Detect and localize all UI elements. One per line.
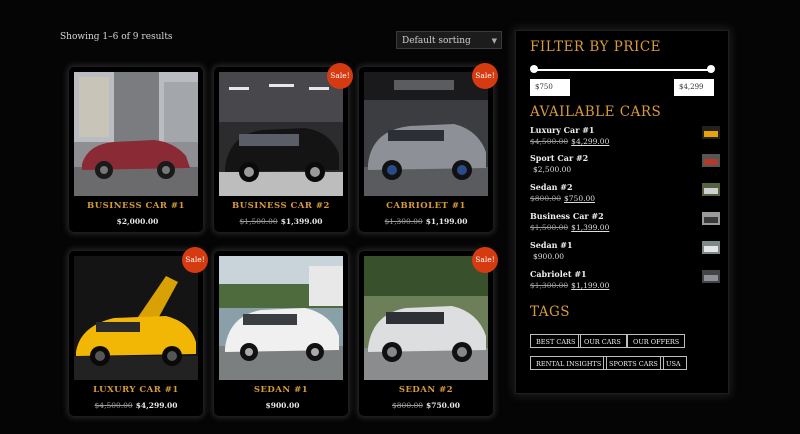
product-price: $1,300.00 $1,199.00	[359, 217, 493, 226]
available-car-old-price: $1,300.00	[530, 281, 569, 290]
available-car-name[interactable]: Sedan #2	[530, 182, 573, 192]
available-car-thumbnail[interactable]	[702, 182, 720, 196]
sale-badge: Sale!	[182, 247, 208, 273]
available-car-thumbnail[interactable]	[702, 240, 720, 254]
product-image[interactable]	[74, 72, 198, 196]
product-current-price: $2,000.00	[116, 217, 159, 226]
product-price: $4,500.00 $4,299.00	[69, 401, 203, 410]
sorting-select[interactable]: Default sorting ▼	[396, 31, 502, 49]
max-price-field[interactable]: $4,299	[674, 79, 714, 96]
product-card[interactable]: SEDAN #1 $900.00	[214, 251, 348, 416]
available-car-current-price: $1,199.00	[571, 281, 610, 290]
available-car-item[interactable]: Sport Car #2 $2,500.00	[530, 153, 720, 179]
available-car-thumbnail[interactable]	[702, 211, 720, 225]
sale-badge: Sale!	[472, 63, 498, 89]
product-image[interactable]	[219, 256, 343, 380]
available-car-thumbnail[interactable]	[702, 269, 720, 283]
product-current-price: $1,399.00	[280, 217, 323, 226]
sale-badge: Sale!	[472, 247, 498, 273]
product-name[interactable]: LUXURY CAR #1	[69, 385, 203, 395]
product-old-price: $800.00	[392, 401, 424, 410]
product-card[interactable]: Sale! SEDAN #2 $800.00 $750.00	[359, 247, 498, 416]
available-car-price: $1,300.00 $1,199.00	[530, 281, 609, 290]
available-car-price: $4,500.00 $4,299.00	[530, 137, 609, 146]
available-car-thumbnail[interactable]	[702, 153, 720, 167]
product-image[interactable]	[364, 256, 488, 380]
product-image[interactable]	[364, 72, 488, 196]
results-count: Showing 1–6 of 9 results	[60, 32, 173, 42]
product-name[interactable]: SEDAN #1	[214, 385, 348, 395]
tag-usa[interactable]: USA	[660, 356, 687, 370]
available-cars-title: AVAILABLE CARS	[530, 104, 662, 120]
chevron-down-icon: ▼	[491, 37, 497, 45]
sale-badge: Sale!	[327, 63, 353, 89]
price-slider-max-handle[interactable]	[707, 65, 715, 73]
min-price-field[interactable]: $750	[530, 79, 570, 96]
product-card[interactable]: Sale! LUXURY CAR #1 $4,500.00 $4,299.00	[69, 247, 208, 416]
product-current-price: $4,299.00	[135, 401, 178, 410]
product-old-price: $4,500.00	[94, 401, 133, 410]
available-car-current-price: $4,299.00	[571, 137, 610, 146]
tag-our-offers[interactable]: OUR OFFERS	[627, 334, 686, 348]
product-current-price: $1,199.00	[425, 217, 468, 226]
available-car-item[interactable]: Cabriolet #1 $1,300.00 $1,199.00	[530, 269, 720, 295]
available-car-price: $2,500.00	[530, 165, 571, 174]
tag-sports-cars[interactable]: SPORTS CARS	[603, 356, 664, 370]
product-price: $2,000.00	[69, 217, 203, 226]
available-car-item[interactable]: Business Car #2 $1,500.00 $1,399.00	[530, 211, 720, 237]
tags-title: TAGS	[530, 304, 571, 320]
available-car-name[interactable]: Luxury Car #1	[530, 125, 595, 135]
available-car-item[interactable]: Sedan #2 $800.00 $750.00	[530, 182, 720, 208]
available-car-current-price: $2,500.00	[533, 165, 572, 174]
available-car-name[interactable]: Sport Car #2	[530, 153, 588, 163]
product-card[interactable]: BUSINESS CAR #1 $2,000.00	[69, 67, 203, 232]
product-name[interactable]: SEDAN #2	[359, 385, 493, 395]
available-car-current-price: $750.00	[564, 194, 596, 203]
product-current-price: $750.00	[426, 401, 460, 410]
product-image[interactable]	[219, 72, 343, 196]
available-car-name[interactable]: Sedan #1	[530, 240, 573, 250]
available-car-price: $900.00	[530, 252, 564, 261]
product-old-price: $1,300.00	[384, 217, 423, 226]
available-car-name[interactable]: Business Car #2	[530, 211, 604, 221]
price-slider-track[interactable]	[534, 69, 714, 71]
sidebar: FILTER BY PRICE $750 $4,299 AVAILABLE CA…	[515, 30, 729, 394]
available-car-item[interactable]: Sedan #1 $900.00	[530, 240, 720, 266]
product-price: $1,500.00 $1,399.00	[214, 217, 348, 226]
product-current-price: $900.00	[265, 401, 300, 410]
product-name[interactable]: BUSINESS CAR #1	[69, 201, 203, 211]
available-car-name[interactable]: Cabriolet #1	[530, 269, 587, 279]
filter-title: FILTER BY PRICE	[530, 39, 662, 55]
available-car-price: $1,500.00 $1,399.00	[530, 223, 609, 232]
tag-best-cars[interactable]: BEST CARS	[530, 334, 582, 348]
product-card[interactable]: Sale! CABRIOLET #1 $1,300.00 $1,199.00	[359, 63, 498, 232]
available-car-old-price: $4,500.00	[530, 137, 569, 146]
sorting-value: Default sorting	[402, 36, 471, 46]
product-old-price: $1,500.00	[239, 217, 278, 226]
available-car-old-price: $800.00	[530, 194, 562, 203]
product-image[interactable]	[74, 256, 198, 380]
tag-our-cars[interactable]: OUR CARS	[578, 334, 627, 348]
product-card[interactable]: Sale! BUSINESS CAR #2 $1,500.00 $1,399.00	[214, 63, 353, 232]
product-price: $900.00	[214, 401, 348, 410]
product-name[interactable]: CABRIOLET #1	[359, 201, 493, 211]
available-car-thumbnail[interactable]	[702, 125, 720, 139]
price-slider-min-handle[interactable]	[530, 65, 538, 73]
available-car-current-price: $900.00	[533, 252, 565, 261]
tag-rental-insights[interactable]: RENTAL INSIGHTS	[530, 356, 608, 370]
available-car-current-price: $1,399.00	[571, 223, 610, 232]
available-car-price: $800.00 $750.00	[530, 194, 595, 203]
available-car-old-price: $1,500.00	[530, 223, 569, 232]
available-car-item[interactable]: Luxury Car #1 $4,500.00 $4,299.00	[530, 125, 720, 151]
product-name[interactable]: BUSINESS CAR #2	[214, 201, 348, 211]
product-price: $800.00 $750.00	[359, 401, 493, 410]
